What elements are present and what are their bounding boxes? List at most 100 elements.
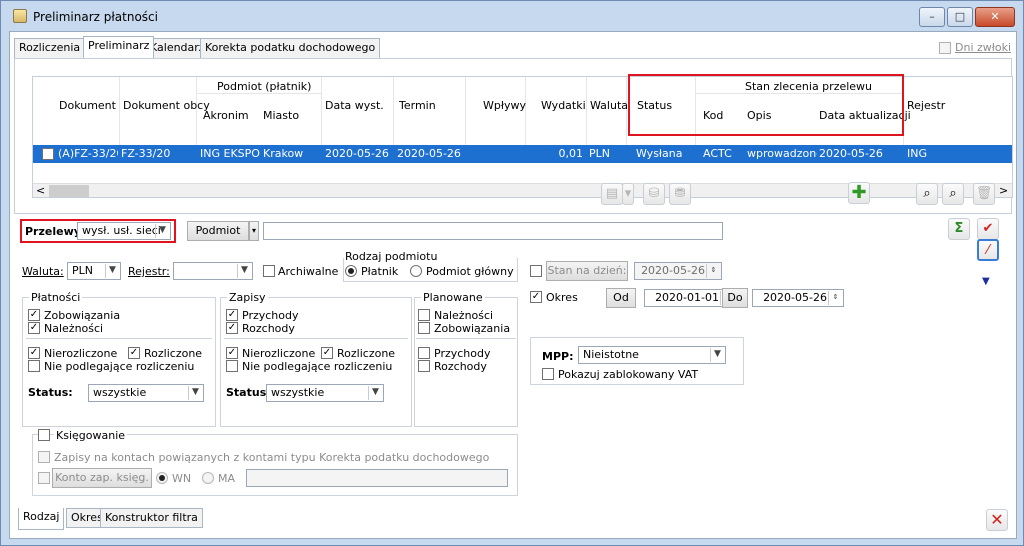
rozchody-checkbox[interactable]: ✓ (226, 322, 238, 334)
client-area: Rozliczenia Preliminarz Kalendarz Korekt… (9, 31, 1017, 539)
tab-rozliczenia[interactable]: Rozliczenia (14, 38, 86, 58)
col-dokument[interactable]: Dokument (59, 99, 116, 112)
przychody-label: Przychody (242, 309, 299, 322)
rozliczone-checkbox[interactable]: ✓ (128, 347, 140, 359)
zapisy-korekta-checkbox[interactable] (38, 451, 50, 463)
chevron-down-icon[interactable]: ▼ (188, 386, 202, 400)
rejestr-select[interactable]: ▼ (173, 262, 253, 280)
konto-field[interactable] (246, 469, 508, 487)
zapisy-status-select[interactable]: wszystkie ▼ (266, 384, 384, 402)
chevron-down-icon[interactable]: ▼ (237, 264, 251, 278)
archiwalne-label: Archiwalne (278, 265, 339, 278)
tab-konstruktor-filtra[interactable]: Konstruktor filtra (100, 508, 203, 528)
chevron-down-icon[interactable]: ▼ (105, 264, 119, 278)
minimize-button[interactable]: – (919, 7, 945, 27)
col-dokument-obcy[interactable]: Dokument obcy (123, 99, 210, 112)
zapisy-nierozliczone-checkbox[interactable]: ✓ (226, 347, 238, 359)
dni-zwloki-checkbox[interactable] (939, 42, 951, 54)
col-wydatki[interactable]: Wydatki (541, 99, 586, 112)
scroll-right-icon[interactable]: > (999, 184, 1008, 197)
payment-open-icon[interactable]: ⛃ (669, 183, 691, 205)
do-button[interactable]: Do (722, 288, 748, 308)
ksiegowanie-checkbox[interactable] (38, 429, 50, 441)
sum-icon[interactable]: Σ (948, 218, 970, 240)
chevron-down-icon[interactable]: ▼ (368, 386, 382, 400)
stan-na-dzien-checkbox[interactable] (530, 265, 542, 277)
archiwalne-checkbox[interactable] (263, 265, 275, 277)
delete-icon[interactable]: 🗑 (973, 183, 995, 205)
waluta-select[interactable]: PLN ▼ (67, 262, 121, 280)
naleznosci-checkbox[interactable]: ✓ (28, 322, 40, 334)
pokazuj-vat-checkbox[interactable] (542, 368, 554, 380)
chevron-down-icon[interactable]: ▼ (155, 224, 169, 238)
cell-data-wyst: 2020-05-26 (325, 147, 389, 160)
col-akronim[interactable]: Akronim (203, 109, 249, 122)
chevron-down-icon[interactable]: ▼ (710, 348, 724, 362)
col-data-wyst[interactable]: Data wyst. (325, 99, 384, 112)
scroll-left-icon[interactable]: < (36, 184, 45, 197)
podmiot-dropdown-icon[interactable]: ▾ (249, 221, 259, 241)
nie-podlegajace-checkbox[interactable] (28, 360, 40, 372)
tab-preliminarz[interactable]: Preliminarz (83, 36, 155, 58)
rozliczone-label: Rozliczone (144, 347, 203, 360)
tab-korekta[interactable]: Korekta podatku dochodowego (200, 38, 381, 58)
zapisy-korekta-label: Zapisy na kontach powiązanych z kontami … (54, 451, 490, 464)
do-date-field[interactable]: 2020-05-26 ⇕ (752, 289, 844, 307)
row-select-checkbox[interactable] (42, 148, 54, 160)
maximize-button[interactable]: □ (947, 7, 973, 27)
payment-icon[interactable]: ⛁ (643, 183, 665, 205)
przychody-checkbox[interactable]: ✓ (226, 309, 238, 321)
zapisy-nie-podlegajace-checkbox[interactable] (226, 360, 238, 372)
cell-dokument: (A)FZ-33/20 (58, 147, 118, 160)
rodzaj-podmiotu-label: Rodzaj podmiotu (345, 250, 438, 263)
stan-date-value: 2020-05-26 (641, 264, 705, 277)
konto-checkbox[interactable] (38, 472, 50, 484)
add-icon[interactable]: ✚ (848, 182, 870, 204)
col-miasto[interactable]: Miasto (263, 109, 299, 122)
spinner-icon[interactable]: ⇕ (828, 291, 842, 305)
podmiot-field[interactable] (263, 222, 723, 240)
podmiot-glowny-label: Podmiot główny (426, 265, 514, 278)
tab-rodzaj[interactable]: Rodzaj (18, 508, 65, 530)
przelewy-select[interactable]: wysł. usł. sieci ▼ (77, 222, 171, 240)
cell-akronim: ING EKSPOR (200, 147, 260, 160)
platnik-radio[interactable] (345, 265, 357, 277)
zobowiazania-checkbox[interactable]: ✓ (28, 309, 40, 321)
check-icon[interactable]: ✔ (977, 218, 999, 240)
plan-przychody-checkbox[interactable] (418, 347, 430, 359)
col-rejestr[interactable]: Rejestr (907, 99, 945, 112)
scroll-thumb[interactable] (49, 185, 89, 197)
col-termin[interactable]: Termin (399, 99, 436, 112)
podmiot-glowny-radio[interactable] (410, 265, 422, 277)
plan-zobowiazania-checkbox[interactable] (418, 322, 430, 334)
platnosci-status-select[interactable]: wszystkie ▼ (88, 384, 204, 402)
plan-naleznosci-checkbox[interactable] (418, 309, 430, 321)
export-icon[interactable]: ▤ (601, 183, 623, 205)
konto-zap-button[interactable]: Konto zap. księg. (52, 468, 152, 488)
stan-date-field[interactable]: 2020-05-26 ⇕ (634, 262, 722, 280)
col-waluta[interactable]: Waluta (590, 99, 628, 112)
zapisy-rozliczone-checkbox[interactable]: ✓ (321, 347, 333, 359)
plan-rozchody-checkbox[interactable] (418, 360, 430, 372)
edit-icon[interactable]: ⌕ (942, 183, 964, 205)
preview-icon[interactable]: ⌕ (916, 183, 938, 205)
close-icon[interactable]: ✕ (986, 509, 1008, 531)
close-window-button[interactable]: ✕ (975, 7, 1015, 27)
table-row[interactable]: (A)FZ-33/20 FZ-33/20 ING EKSPOR Krakow 2… (33, 145, 1012, 163)
podmiot-button[interactable]: Podmiot (187, 221, 249, 241)
collapse-arrow-icon[interactable]: ▼ (982, 277, 994, 287)
clear-filter-icon[interactable]: ⁄ (977, 239, 999, 261)
export-dropdown-icon[interactable]: ▾ (622, 183, 634, 205)
window-title: Preliminarz płatności (33, 10, 158, 24)
ma-label: MA (218, 472, 236, 485)
ma-radio[interactable] (202, 472, 214, 484)
spinner-icon[interactable]: ⇕ (706, 264, 720, 278)
col-wplywy[interactable]: Wpływy (483, 99, 526, 112)
mpp-select[interactable]: Nieistotne ▼ (578, 346, 726, 364)
nierozliczone-checkbox[interactable]: ✓ (28, 347, 40, 359)
od-button[interactable]: Od (606, 288, 636, 308)
przelewy-value: wysł. usł. sieci (82, 224, 161, 237)
okres-checkbox[interactable]: ✓ (530, 291, 542, 303)
stan-na-dzien-button[interactable]: Stan na dzień: (546, 261, 628, 281)
wn-radio[interactable] (156, 472, 168, 484)
